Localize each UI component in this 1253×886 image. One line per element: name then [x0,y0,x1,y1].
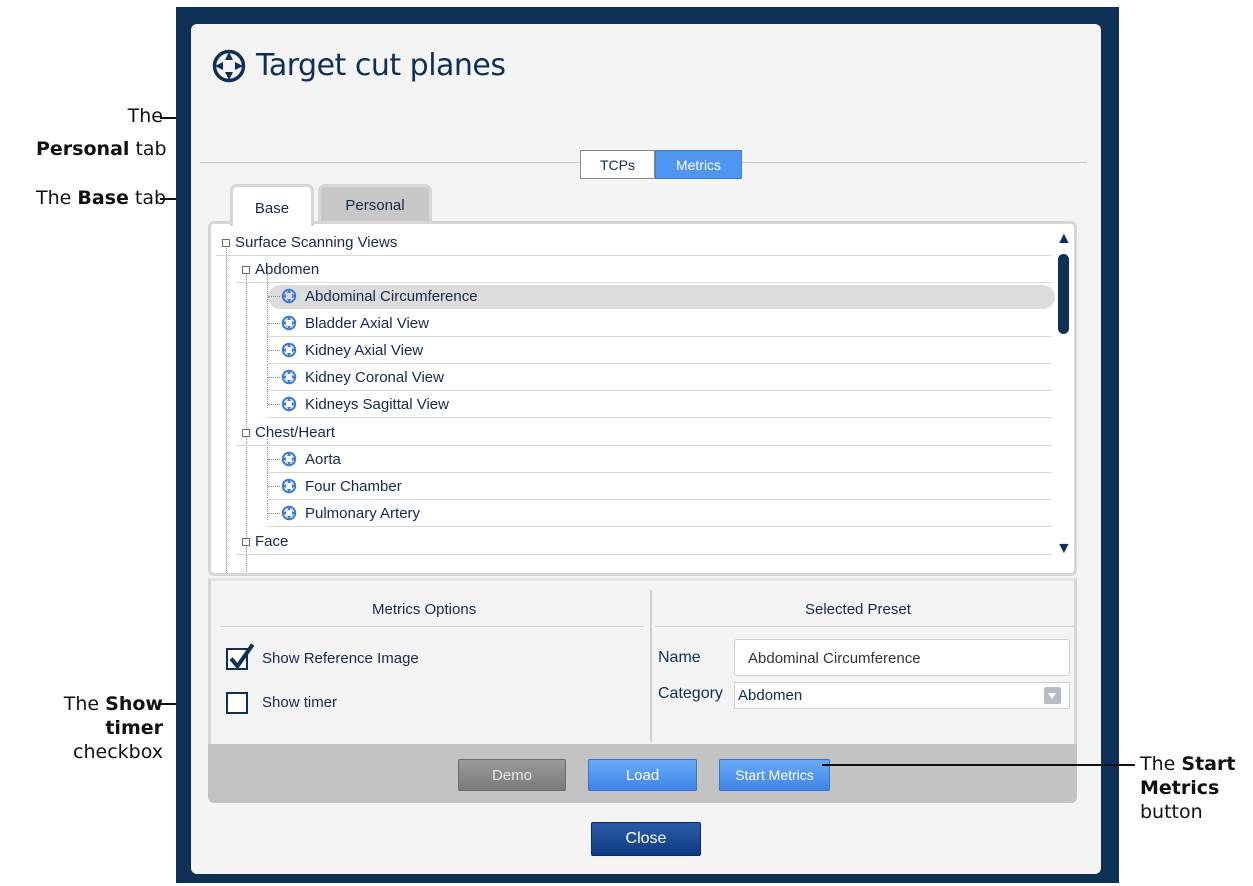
tree-item-kidney-coronal-view[interactable]: Kidney Coronal View [211,364,1074,391]
target-icon [281,315,297,331]
selected-preset-heading: Selected Preset [805,601,911,618]
row-divider [266,526,1052,527]
tree-item-aorta[interactable]: Aorta [211,446,1074,473]
callout-personal-tab-2: Personal tab [36,137,167,161]
heading-underline [220,626,644,627]
callout-personal-line1: The [127,105,163,127]
options-divider [650,590,652,742]
row-divider [236,554,1052,555]
target-icon [281,288,297,304]
tree-line [268,486,280,487]
tree-item-kidney-axial-view[interactable]: Kidney Axial View [211,337,1074,364]
target-icon [281,342,297,358]
tree-node-label: Four Chamber [305,478,402,495]
tab-tcps[interactable]: TCPs [580,150,655,179]
callout-base-before: The [36,187,78,209]
tab-base[interactable]: Base [230,184,314,226]
tree-node-label: Abdominal Circumference [305,288,478,305]
callout-base-tab: The Base tab [36,186,166,210]
dialog-title: Target cut planes [212,48,506,83]
category-value: Abdomen [738,687,803,704]
callout-start-bold1: Start [1181,753,1236,775]
show-timer-label[interactable]: Show timer [262,694,337,711]
callout-personal-after: tab [129,138,167,160]
category-select[interactable]: Abdomen [734,682,1070,709]
tcp-tree[interactable]: Surface Scanning Views Abdomen Abdominal… [208,221,1077,576]
show-timer-checkbox[interactable] [226,692,248,714]
tree-line [268,296,280,297]
tree-node-label: Kidneys Sagittal View [305,396,449,413]
tree-item-kidneys-sagittal-view[interactable]: Kidneys Sagittal View [211,391,1074,418]
expander-icon[interactable] [242,429,250,437]
load-button[interactable]: Load [588,759,697,791]
dialog-title-text: Target cut planes [256,48,506,83]
chevron-down-icon[interactable] [1044,687,1061,704]
callout-personal-bold: Personal [36,138,130,160]
tree-node-label: Kidney Coronal View [305,369,444,386]
name-label: Name [658,649,701,666]
target-icon [281,396,297,412]
tab-metrics[interactable]: Metrics [655,150,742,179]
tree-node-label: Bladder Axial View [305,315,429,332]
callout-start-metrics: The Start Metrics button [1140,752,1235,824]
target-icon [281,478,297,494]
show-reference-image-label[interactable]: Show Reference Image [262,650,419,667]
row-divider [266,417,1052,418]
tree-line [268,459,280,460]
scrollbar-thumb[interactable] [1058,254,1069,334]
tree-node-label: Pulmonary Artery [305,505,421,522]
callout-timer-bold2: timer [105,717,163,739]
target-icon [281,369,297,385]
expander-icon[interactable] [242,538,250,546]
close-button[interactable]: Close [591,822,701,856]
heading-underline [655,626,1075,627]
callout-start-before: The [1140,753,1182,775]
tree-node-label: Chest/Heart [255,424,336,441]
tree-node-abdomen[interactable]: Abdomen [211,256,1074,283]
checkmark-icon [229,643,254,669]
tree-node-label: Surface Scanning Views [235,234,398,251]
expander-icon[interactable] [222,239,230,247]
tree-node-face[interactable]: Face [211,528,1074,555]
callout-start-bold2: Metrics [1140,777,1220,799]
target-icon [212,49,246,82]
callout-timer-after: checkbox [73,741,163,763]
tab-personal[interactable]: Personal [318,184,432,224]
tree-line [268,513,280,514]
tree-item-pulmonary-artery[interactable]: Pulmonary Artery [211,500,1074,527]
name-field[interactable]: Abdominal Circumference [734,639,1070,676]
tree-node-label: Face [255,533,289,550]
callout-show-timer: The Show timer checkbox [20,692,163,764]
tree-line [268,404,280,405]
target-icon [281,505,297,521]
scroll-down-icon[interactable]: ▼ [1056,540,1072,558]
tree-node-surface-scanning-views[interactable]: Surface Scanning Views [211,229,1074,256]
show-reference-image-checkbox[interactable] [226,643,254,670]
tree-node-chest-heart[interactable]: Chest/Heart [211,419,1074,446]
scroll-up-icon[interactable]: ▲ [1056,230,1072,248]
tree-line [268,377,280,378]
callout-start-after: button [1140,801,1203,823]
callout-timer-before: The [63,693,106,715]
tree-node-label: Kidney Axial View [305,342,424,359]
start-metrics-button[interactable]: Start Metrics [719,759,830,791]
tree-line [268,323,280,324]
tree-node-label: Aorta [305,451,341,468]
tree-item-abdominal-circumference[interactable]: Abdominal Circumference [211,283,1074,310]
target-icon [281,451,297,467]
metrics-options-heading: Metrics Options [372,601,477,618]
callout-personal-tab: The [111,104,163,128]
expander-icon[interactable] [242,266,250,274]
demo-button[interactable]: Demo [458,759,566,791]
category-label: Category [658,685,723,702]
tree-line [268,350,280,351]
callout-line [822,764,1135,766]
tree-item-bladder-axial-view[interactable]: Bladder Axial View [211,310,1074,337]
callout-base-bold: Base [77,187,129,209]
tree-node-label: Abdomen [255,261,320,278]
callout-timer-bold1: Show [105,693,163,715]
tree-item-four-chamber[interactable]: Four Chamber [211,473,1074,500]
